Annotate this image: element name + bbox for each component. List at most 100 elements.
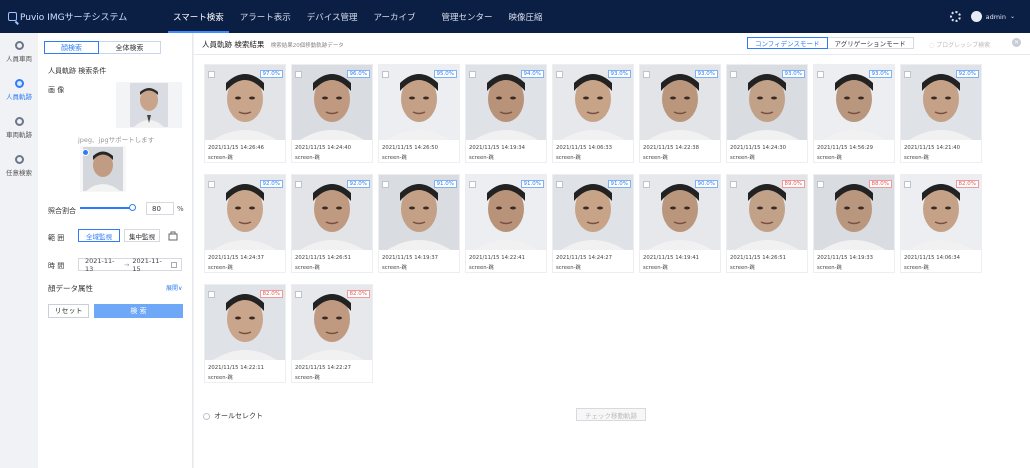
- result-card[interactable]: 82.0% 2021/11/15 14:22:27 screen-跳: [291, 284, 373, 383]
- score-badge: 88.0%: [868, 180, 892, 188]
- rail-item-person-track[interactable]: 人員軌跡: [0, 71, 38, 109]
- search-button[interactable]: 検 索: [94, 304, 183, 318]
- select-all-checkbox[interactable]: [203, 412, 210, 420]
- rail-item-label: 任意検索: [6, 169, 32, 177]
- result-card[interactable]: 93.0% 2021/11/15 14:06:33 screen-跳: [552, 64, 634, 163]
- capture-time: 2021/11/15 14:19:37: [382, 255, 439, 261]
- range-label: 範 囲: [48, 234, 65, 242]
- result-checkbox[interactable]: [469, 71, 476, 78]
- reset-button[interactable]: リセット: [48, 304, 89, 318]
- nav-device[interactable]: デバイス管理: [299, 0, 366, 33]
- capture-time: 2021/11/15 14:56:29: [817, 145, 874, 151]
- result-card[interactable]: 92.0% 2021/11/15 14:24:37 screen-跳: [204, 174, 286, 273]
- capture-time: 2021/11/15 14:22:11: [208, 365, 265, 371]
- capture-location: screen-跳: [208, 155, 233, 161]
- capture-location: screen-跳: [556, 265, 581, 271]
- rail-item-label: 車両軌跡: [6, 131, 32, 139]
- result-checkbox[interactable]: [904, 181, 911, 188]
- threshold-slider[interactable]: [80, 204, 136, 211]
- results-subtitle: 検索結果20個移動軌跡データ: [270, 43, 344, 49]
- result-card[interactable]: 88.0% 2021/11/15 14:19:33 screen-跳: [813, 174, 895, 273]
- main-nav: スマート検索 アラート表示 デバイス管理 アーカイブ 管理センター 映像圧縮: [165, 0, 551, 33]
- result-checkbox[interactable]: [208, 71, 215, 78]
- divider: [194, 54, 1030, 55]
- nav-smart-search[interactable]: スマート検索: [165, 0, 232, 33]
- capture-time: 2021/11/15 14:24:27: [556, 255, 613, 261]
- result-checkbox[interactable]: [730, 71, 737, 78]
- score-badge: 96.0%: [346, 70, 370, 78]
- tab-full-search[interactable]: 全体検索: [99, 41, 161, 54]
- mode-confidence-tab[interactable]: コンフィデンスモード: [747, 37, 828, 49]
- nav-archive[interactable]: アーカイブ: [366, 0, 424, 33]
- left-rail: 人員車両 人員軌跡 車両軌跡 任意検索: [0, 33, 38, 468]
- result-card[interactable]: 94.0% 2021/11/15 14:19:34 screen-跳: [465, 64, 547, 163]
- threshold-unit: %: [177, 205, 184, 213]
- rail-item-person-vehicle[interactable]: 人員車両: [0, 33, 38, 71]
- user-menu[interactable]: admin ⌄: [970, 11, 1015, 22]
- result-card[interactable]: 93.0% 2021/11/15 14:22:38 screen-跳: [639, 64, 721, 163]
- camera-select-icon[interactable]: [168, 231, 178, 241]
- rail-item-free-search[interactable]: 任意検索: [0, 147, 38, 185]
- check-track-button[interactable]: チェック移動軌跡: [576, 408, 646, 421]
- capture-time: 2021/11/15 14:06:33: [556, 145, 613, 151]
- progressive-search[interactable]: ◌ プログレッシブ検索: [929, 40, 990, 49]
- result-card[interactable]: 91.0% 2021/11/15 14:24:27 screen-跳: [552, 174, 634, 273]
- result-checkbox[interactable]: [556, 71, 563, 78]
- capture-time: 2021/11/15 14:26:51: [730, 255, 787, 261]
- nav-video-compress[interactable]: 映像圧縮: [501, 0, 551, 33]
- expand-link[interactable]: 展開∨: [166, 283, 182, 292]
- result-checkbox[interactable]: [382, 181, 389, 188]
- date-range-picker[interactable]: 2021-11-13 → 2021-11-15: [78, 257, 182, 273]
- result-checkbox[interactable]: [382, 71, 389, 78]
- result-checkbox[interactable]: [643, 71, 650, 78]
- file-format-hint: jpeg、jpgサポートします: [78, 136, 155, 144]
- capture-time: 2021/11/15 14:26:51: [295, 255, 352, 261]
- result-card[interactable]: 96.0% 2021/11/15 14:24:40 screen-跳: [291, 64, 373, 163]
- search-icon: [14, 79, 24, 88]
- mode-aggregation-tab[interactable]: アグリゲーションモード: [827, 37, 914, 49]
- capture-location: screen-跳: [556, 155, 581, 161]
- result-card[interactable]: 93.0% 2021/11/15 14:56:29 screen-跳: [813, 64, 895, 163]
- result-card[interactable]: 89.0% 2021/11/15 14:26:51 screen-跳: [726, 174, 808, 273]
- select-all[interactable]: オールセレクト: [203, 411, 263, 421]
- result-card[interactable]: 82.0% 2021/11/15 14:06:34 screen-跳: [900, 174, 982, 273]
- nav-alert[interactable]: アラート表示: [232, 0, 299, 33]
- result-checkbox[interactable]: [643, 181, 650, 188]
- result-checkbox[interactable]: [208, 181, 215, 188]
- selected-face-thumb[interactable]: [80, 146, 126, 192]
- tab-face-search[interactable]: 顔検索: [44, 41, 99, 54]
- result-checkbox[interactable]: [208, 291, 215, 298]
- result-checkbox[interactable]: [817, 181, 824, 188]
- result-card[interactable]: 90.0% 2021/11/15 14:19:41 screen-跳: [639, 174, 721, 273]
- result-card[interactable]: 93.0% 2021/11/15 14:24:30 screen-跳: [726, 64, 808, 163]
- result-card[interactable]: 82.0% 2021/11/15 14:22:11 screen-跳: [204, 284, 286, 383]
- result-checkbox[interactable]: [556, 181, 563, 188]
- range-focus-button[interactable]: 集中監視: [124, 229, 160, 242]
- result-card[interactable]: 92.0% 2021/11/15 14:26:51 screen-跳: [291, 174, 373, 273]
- capture-location: screen-跳: [904, 155, 929, 161]
- slider-handle[interactable]: [129, 204, 136, 211]
- result-checkbox[interactable]: [295, 181, 302, 188]
- range-all-button[interactable]: 全域監視: [78, 229, 120, 242]
- close-icon[interactable]: ✕: [1012, 38, 1021, 47]
- nav-admin-center[interactable]: 管理センター: [434, 0, 501, 33]
- result-card[interactable]: 91.0% 2021/11/15 14:22:41 screen-跳: [465, 174, 547, 273]
- result-checkbox[interactable]: [817, 71, 824, 78]
- result-card[interactable]: 92.0% 2021/11/15 14:21:40 screen-跳: [900, 64, 982, 163]
- selected-face-image: [83, 147, 123, 191]
- result-card[interactable]: 91.0% 2021/11/15 14:19:37 screen-跳: [378, 174, 460, 273]
- app-logo[interactable]: Puvio IMGサーチシステム: [0, 10, 165, 23]
- threshold-input[interactable]: 80: [146, 202, 174, 215]
- result-checkbox[interactable]: [469, 181, 476, 188]
- gear-icon[interactable]: [949, 11, 961, 22]
- result-checkbox[interactable]: [295, 291, 302, 298]
- result-checkbox[interactable]: [904, 71, 911, 78]
- result-checkbox[interactable]: [730, 181, 737, 188]
- result-checkbox[interactable]: [295, 71, 302, 78]
- username: admin: [985, 12, 1006, 21]
- result-card[interactable]: 95.0% 2021/11/15 14:26:50 screen-跳: [378, 64, 460, 163]
- rail-item-vehicle-track[interactable]: 車両軌跡: [0, 109, 38, 147]
- capture-location: screen-跳: [817, 155, 842, 161]
- query-image-upload[interactable]: [116, 82, 182, 128]
- result-card[interactable]: 97.0% 2021/11/15 14:26:46 screen-跳: [204, 64, 286, 163]
